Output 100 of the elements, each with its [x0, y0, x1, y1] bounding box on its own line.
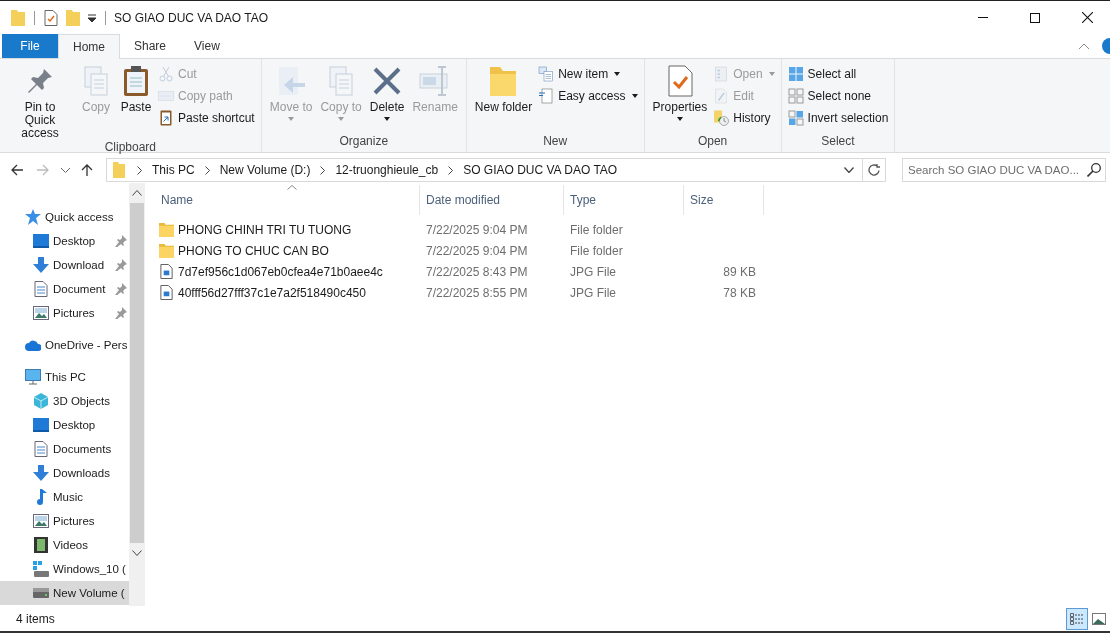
scroll-up-icon[interactable] [132, 190, 142, 196]
search-icon [1087, 163, 1101, 177]
ribbon-button[interactable]: History [713, 109, 775, 127]
type-cell-text: JPG File [569, 264, 617, 279]
down-arrow-icon [33, 257, 49, 273]
navigation-item[interactable]: Desktop [0, 229, 129, 253]
ribbon-button[interactable]: Paste shortcut [158, 109, 255, 127]
group-label: Select [820, 134, 856, 150]
navigation-item[interactable]: Download [0, 253, 129, 277]
column-header[interactable]: Name [155, 185, 420, 215]
group-label: Organize [338, 134, 390, 150]
details-view-button[interactable] [1066, 607, 1088, 630]
navigation-item[interactable]: Downloads [0, 461, 129, 485]
dropdown-icon[interactable] [844, 167, 854, 173]
pin-icon [115, 259, 127, 271]
ribbon-button[interactable]: Invert selection [787, 109, 889, 127]
navigation-item[interactable]: Desktop [0, 413, 129, 437]
ribbon-button[interactable]: Select all [787, 65, 889, 83]
caret-icon [631, 94, 638, 98]
breadcrumb[interactable]: New Volume (D:) [219, 163, 311, 177]
caret-icon [614, 72, 621, 76]
breadcrumb[interactable]: This PC [152, 163, 195, 177]
navigation-item[interactable]: Documents [0, 437, 129, 461]
path-icon [158, 88, 174, 104]
navigation-item[interactable]: Document [0, 277, 129, 301]
invert-selection-icon [787, 110, 804, 126]
pin-icon [115, 307, 127, 319]
maximize-icon [1030, 12, 1040, 23]
scrollbar-thumb[interactable] [130, 203, 144, 543]
document-icon [538, 88, 555, 104]
file-name[interactable]: 7d7ef956c1d067eb0cfea4e71b0aee4c [178, 264, 383, 279]
breadcrumb[interactable]: 12-truonghieule_cb [335, 163, 439, 177]
ribbon-button[interactable]: Paste [118, 61, 154, 140]
document-icon [33, 441, 49, 457]
ribbon-button[interactable]: Pin to Quick access [6, 61, 74, 140]
navigation-item[interactable]: New Volume ( [0, 581, 129, 605]
window-title: SO GIAO DUC VA DAO TAO [114, 10, 269, 25]
monitor-icon [33, 233, 49, 249]
navigation-item[interactable]: This PC [0, 365, 129, 389]
chevron-icon [448, 165, 454, 175]
customize-dropdown-icon[interactable] [87, 12, 97, 23]
ribbon-button[interactable]: Select none [787, 87, 889, 105]
caret-icon [288, 117, 295, 121]
help-icon[interactable] [1102, 38, 1110, 54]
image-icon [33, 305, 49, 321]
column-header[interactable]: Type [564, 185, 684, 215]
navigation-item[interactable]: Windows_10 ( [0, 557, 129, 581]
group-label: Open [696, 134, 729, 150]
navigation-item[interactable]: OneDrive - Pers [0, 333, 129, 357]
chevron-icon [320, 165, 326, 175]
properties-icon[interactable] [43, 9, 59, 26]
film-icon [33, 537, 49, 553]
forward-arrow-icon [37, 164, 49, 176]
column-header[interactable]: Size [684, 185, 764, 215]
select-none-icon [787, 88, 804, 104]
navigation-item[interactable]: Quick access [0, 205, 129, 229]
image-file-icon [159, 285, 174, 300]
ribbon-tab[interactable]: Share [120, 34, 181, 58]
pin-icon [115, 283, 127, 295]
group-label: Clipboard [103, 140, 158, 154]
breadcrumb[interactable]: SO GIAO DUC VA DAO TAO [463, 163, 618, 177]
ribbon-tab[interactable]: View [180, 34, 234, 58]
ribbon-button[interactable]: New folder [472, 61, 535, 134]
close-icon [1081, 12, 1093, 23]
up-arrow-icon [81, 164, 93, 176]
file-menu-tab[interactable]: File [2, 34, 58, 58]
size-cell-text: 89 KB [722, 264, 757, 279]
navigation-item[interactable]: Pictures [0, 509, 129, 533]
ribbon-button[interactable]: Properties [650, 61, 710, 134]
ribbon-button[interactable]: Easy access [538, 87, 638, 105]
column-header[interactable]: Date modified [420, 185, 564, 215]
minimize-icon [978, 17, 988, 18]
item-count: 4 items [16, 611, 55, 626]
scrollbar[interactable] [129, 183, 145, 606]
drive-icon [33, 561, 49, 577]
date-modified-cell-text: 7/22/2025 8:43 PM [425, 264, 529, 279]
open-icon [713, 66, 730, 82]
folder-icon [159, 243, 174, 258]
ribbon-button[interactable]: Delete [367, 61, 407, 134]
navigation-item[interactable]: Videos [0, 533, 129, 557]
sort-ascending-icon [287, 185, 297, 190]
collapse-ribbon-icon[interactable] [1078, 42, 1090, 50]
select-all-icon [787, 66, 804, 82]
type-cell-text: File folder [569, 243, 624, 258]
scroll-down-icon[interactable] [132, 550, 142, 556]
address-bar[interactable]: This PC New Volume (D:) 12-truonghieule_cb SO GIAO DUC VA DAO TAO [106, 158, 886, 182]
new-item-icon [538, 66, 555, 82]
ribbon-tab[interactable]: Home [58, 34, 120, 59]
navigation-item[interactable]: Music [0, 485, 129, 509]
navigation-item[interactable]: Pictures [0, 301, 129, 325]
pin-icon [115, 235, 127, 247]
search-field[interactable]: Search SO GIAO DUC VA DAO... [902, 158, 1106, 182]
file-name[interactable]: 40fff56d27fff37c1e7a2f518490c450 [178, 285, 366, 300]
navigation-item[interactable]: 3D Objects [0, 389, 129, 413]
file-name[interactable]: PHONG CHINH TRI TU TUONG [178, 222, 352, 237]
caret-icon [768, 72, 775, 76]
computer-icon [25, 369, 41, 385]
ribbon-button[interactable]: New item [538, 65, 638, 83]
date-modified-cell-text: 7/22/2025 9:04 PM [425, 222, 529, 237]
file-name[interactable]: PHONG TO CHUC CAN BO [178, 243, 329, 258]
